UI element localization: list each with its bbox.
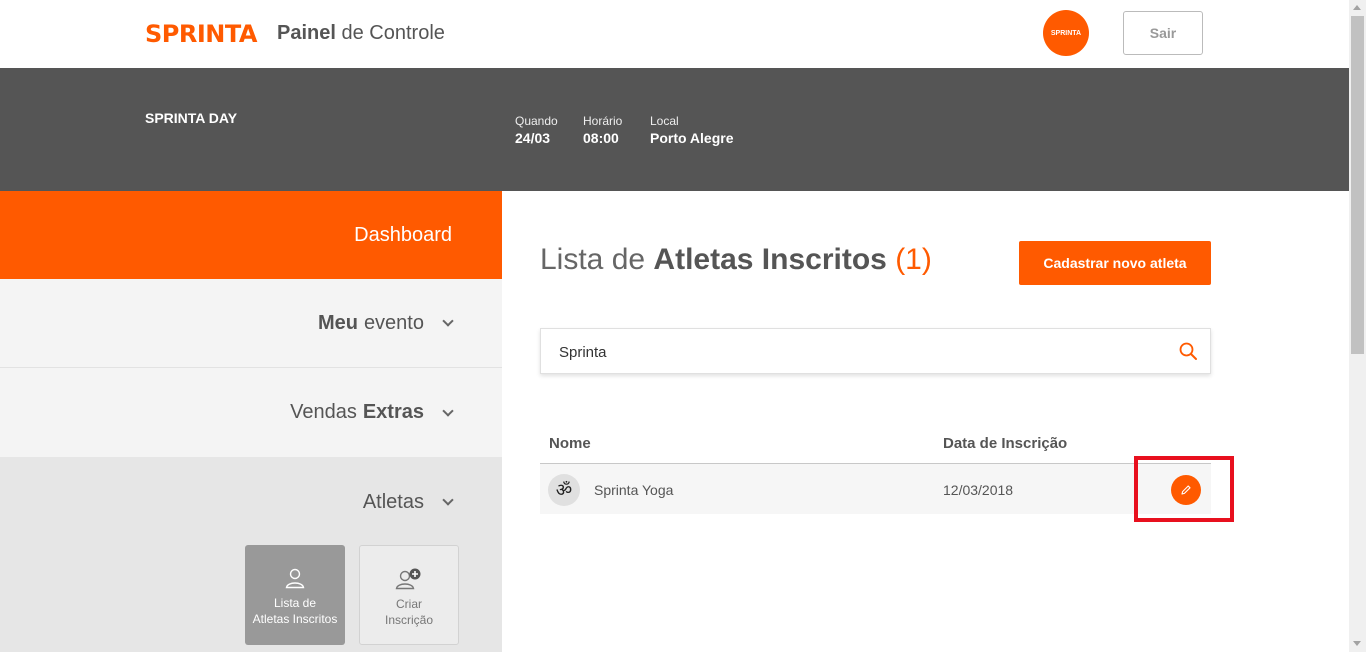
event-when-label: Quando <box>515 114 558 128</box>
page-title: Painel de Controle <box>277 22 445 45</box>
logout-button[interactable]: Sair <box>1123 11 1203 55</box>
tile-label-line2: Inscrição <box>384 613 434 627</box>
event-time: Horário 08:00 <box>583 114 622 146</box>
event-when-value: 24/03 <box>515 130 551 146</box>
search-box <box>540 328 1211 374</box>
row-date: 12/03/2018 <box>943 482 1014 498</box>
tile-lista-atletas[interactable]: Lista de Atletas Inscritos <box>245 545 345 645</box>
page-title-rest: de Controle <box>341 22 445 44</box>
tile-label-line1: Criar <box>396 597 422 611</box>
search-input[interactable] <box>559 341 1159 363</box>
avatar[interactable]: SPRINTA <box>1043 10 1089 56</box>
sidebar-item-vendas-extras[interactable]: Vendas Extras <box>0 368 502 457</box>
event-place-value: Porto Alegre <box>650 130 734 146</box>
chevron-down-icon <box>442 315 454 327</box>
logo[interactable]: SPRINTA <box>145 20 257 48</box>
new-athlete-button[interactable]: Cadastrar novo atleta <box>1019 241 1211 285</box>
column-header-data[interactable]: Data de Inscrição <box>943 435 1067 452</box>
list-title-bold: Atletas Inscritos <box>653 243 887 276</box>
event-banner: SPRINTA DAY Quando 24/03 Horário 08:00 L… <box>0 68 1349 191</box>
chevron-down-icon <box>442 494 454 506</box>
event-when: Quando 24/03 <box>515 114 558 146</box>
scrollbar-thumb[interactable] <box>1351 16 1364 354</box>
event-place-label: Local <box>650 114 679 128</box>
list-count: (1) <box>895 243 932 276</box>
list-title-pre: Lista de <box>540 243 646 276</box>
sidebar-item-label-bold: Extras <box>362 401 424 423</box>
event-place: Local Porto Alegre <box>650 114 734 146</box>
tile-label-line1: Lista de <box>273 596 317 610</box>
scroll-up-arrow-icon[interactable] <box>1353 5 1361 10</box>
edit-button[interactable] <box>1171 475 1201 505</box>
event-time-label: Horário <box>583 114 623 128</box>
chevron-down-icon <box>442 404 454 417</box>
user-icon <box>285 568 305 589</box>
scrollbar[interactable] <box>1349 0 1366 652</box>
user-add-icon <box>395 568 421 590</box>
sidebar-item-atletas[interactable]: Atletas <box>0 457 502 547</box>
sidebar-item-dashboard[interactable]: Dashboard <box>0 191 502 279</box>
table-row[interactable]: ॐ Sprinta Yoga 12/03/2018 <box>540 464 1211 514</box>
sidebar-item-label: evento <box>363 311 424 334</box>
event-name: SPRINTA DAY <box>145 110 238 126</box>
sidebar-item-label-bold: Meu <box>317 311 358 334</box>
sidebar-item-label: Atletas <box>362 490 424 513</box>
column-header-nome[interactable]: Nome <box>549 435 591 452</box>
event-time-value: 08:00 <box>583 130 619 146</box>
tile-label-line2: Atletas Inscritos <box>252 612 338 626</box>
search-icon[interactable] <box>1178 341 1198 361</box>
row-avatar: ॐ <box>548 474 580 506</box>
list-title: Lista de Atletas Inscritos (1) <box>540 243 932 277</box>
sidebar-item-meu-evento[interactable]: Meu evento <box>0 279 502 368</box>
sidebar-item-label: Dashboard <box>354 223 452 246</box>
pencil-icon <box>1181 485 1191 495</box>
row-name: Sprinta Yoga <box>594 482 674 498</box>
tile-criar-inscricao[interactable]: Criar Inscrição <box>359 545 459 645</box>
scroll-down-arrow-icon[interactable] <box>1353 641 1361 646</box>
top-header: SPRINTA Painel de Controle SPRINTA Sair <box>0 0 1349 68</box>
sidebar-item-label: Vendas <box>290 401 357 423</box>
page-title-bold: Painel <box>277 22 336 44</box>
